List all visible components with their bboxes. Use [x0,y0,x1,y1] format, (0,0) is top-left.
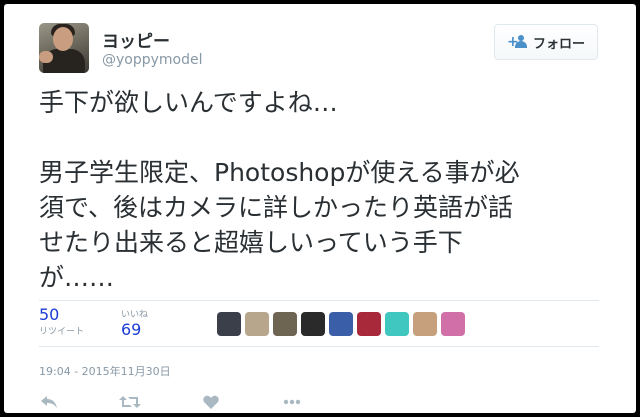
tweet-text: 手下が欲しいんですよね… 男子学生限定、Photoshopが使える事が必 須で、… [39,85,609,295]
display-name[interactable]: ヨッピー [102,27,170,52]
liker-avatar[interactable] [245,312,269,336]
like-count-value: 69 [121,320,142,339]
liker-avatar[interactable] [441,312,465,336]
divider [39,346,599,347]
follow-button[interactable]: + フォロー [494,24,598,60]
liker-avatar[interactable] [329,312,353,336]
reply-button[interactable] [38,393,60,411]
heart-icon [203,395,219,409]
follow-button-label: フォロー [532,36,585,52]
retweet-button[interactable] [119,393,141,411]
liker-avatar[interactable] [385,312,409,336]
retweet-icon [119,396,141,408]
more-icon [283,399,301,405]
reply-icon [41,396,57,408]
liker-avatar[interactable] [413,312,437,336]
screen-name[interactable]: @yoppymodel [102,52,203,68]
follow-user-icon: + [507,35,527,49]
more-button[interactable] [281,393,303,411]
like-count-label: いいね [121,310,149,320]
tweet-text-body: 男子学生限定、Photoshopが使える事が必 須で、後はカメラに詳しかったり英… [39,158,520,292]
like-count[interactable]: いいね 69 [121,307,148,339]
divider [39,300,599,301]
like-button[interactable] [200,393,222,411]
retweet-count[interactable]: 50 リツイート [39,305,84,337]
retweet-count-value: 50 [39,305,60,324]
tweet-text-line1: 手下が欲しいんですよね… [39,88,338,117]
liker-avatar[interactable] [357,312,381,336]
tweet-card: ヨッピー @yoppymodel + フォロー 手下が欲しいんですよね… 男子学… [4,4,636,413]
liker-avatars [217,312,465,336]
liker-avatar[interactable] [273,312,297,336]
liker-avatar[interactable] [301,312,325,336]
retweet-count-label: リツイート [39,327,85,337]
liker-avatar[interactable] [217,312,241,336]
user-avatar[interactable] [39,23,89,73]
tweet-timestamp[interactable]: 19:04 - 2015年11月30日 [39,363,171,379]
